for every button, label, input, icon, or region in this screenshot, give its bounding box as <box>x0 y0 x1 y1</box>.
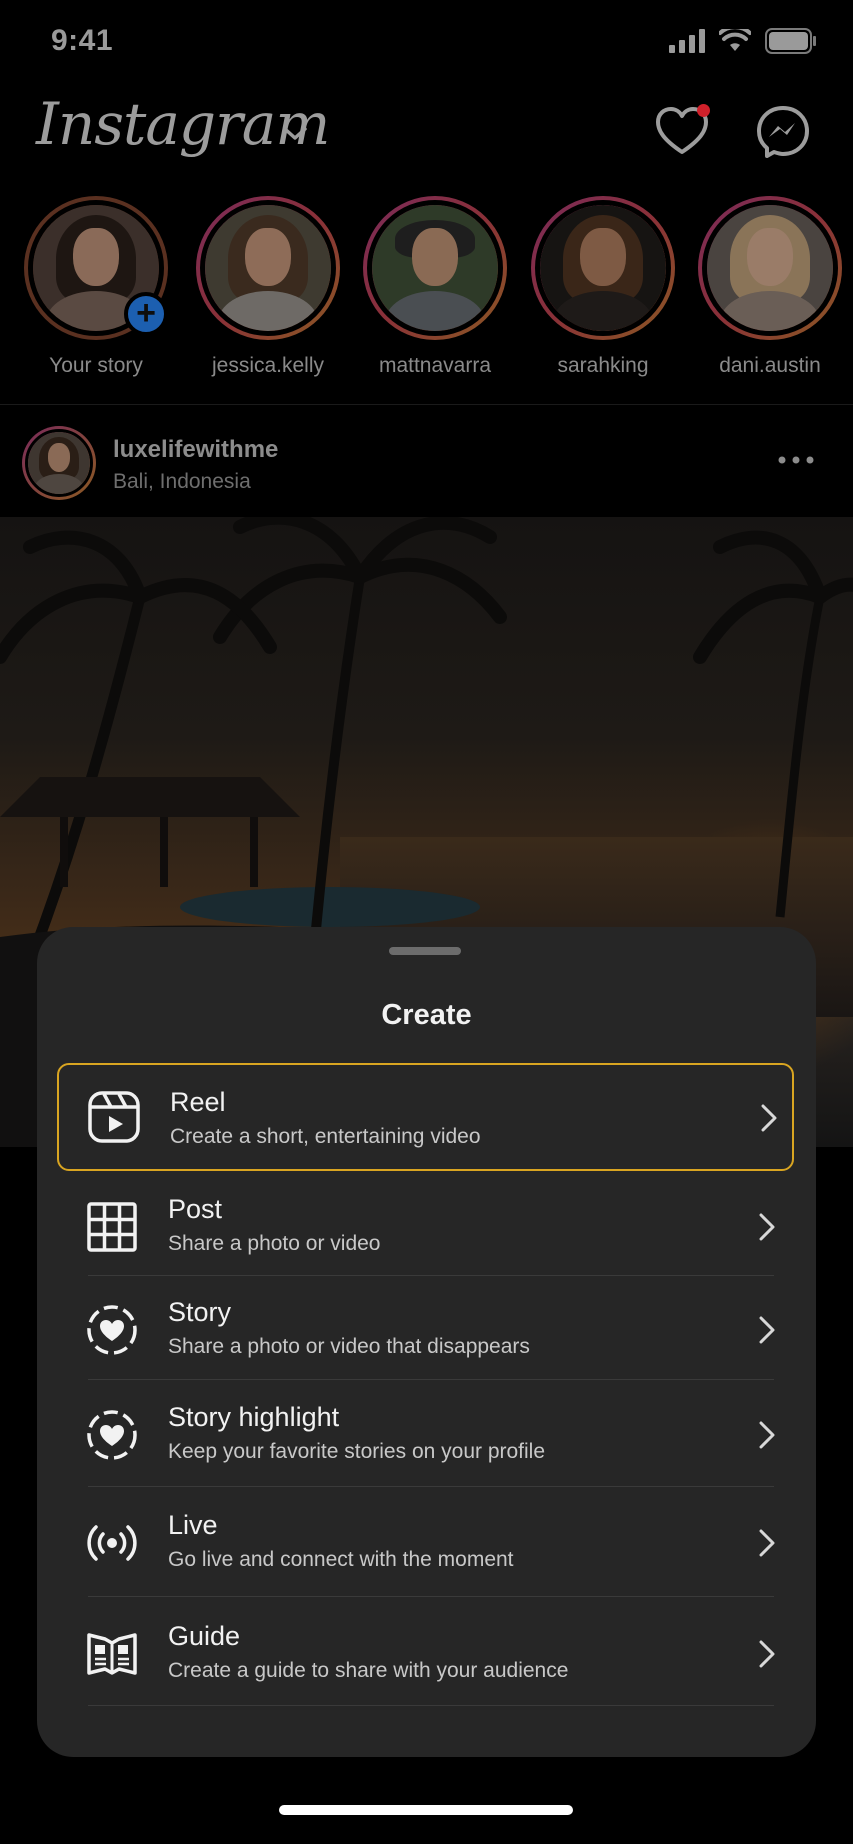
option-title: Post <box>168 1194 223 1224</box>
separator <box>88 1705 774 1706</box>
option-title: Story highlight <box>168 1402 340 1432</box>
grid-icon <box>87 1202 137 1252</box>
option-subtitle: Create a guide to share with your audien… <box>168 1659 569 1682</box>
option-title: Guide <box>168 1621 241 1651</box>
avatar <box>28 432 90 494</box>
story-ring <box>531 196 675 340</box>
option-title: Live <box>168 1510 218 1540</box>
post-username[interactable]: luxelifewithme <box>113 436 278 464</box>
story-your-story[interactable]: + Your story <box>21 196 171 378</box>
separator <box>88 1486 774 1487</box>
story-icon <box>87 1305 137 1355</box>
story-label: sarahking <box>557 354 649 377</box>
option-subtitle: Share a photo or video that disappears <box>168 1335 530 1358</box>
reel-icon <box>88 1091 140 1143</box>
battery-icon <box>765 28 816 54</box>
option-subtitle: Create a short, entertaining video <box>170 1125 481 1148</box>
chevron-down-icon[interactable] <box>282 126 308 142</box>
create-option-story-highlight[interactable]: Story highlight Keep your favorite stori… <box>57 1385 794 1485</box>
chevron-right-icon <box>759 1421 775 1449</box>
chevron-right-icon <box>759 1316 775 1344</box>
signal-icon <box>669 29 705 53</box>
option-subtitle: Keep your favorite stories on your profi… <box>168 1440 546 1463</box>
status-time: 9:41 <box>51 24 114 57</box>
instagram-logo[interactable]: Instagram <box>36 90 330 158</box>
post-header: luxelifewithme Bali, Indonesia <box>0 420 853 520</box>
story-ring <box>363 196 507 340</box>
notification-dot <box>697 104 710 117</box>
chevron-right-icon <box>759 1640 775 1668</box>
post-avatar[interactable] <box>22 426 96 500</box>
story-label: mattnavarra <box>378 354 492 377</box>
status-icons <box>669 28 817 54</box>
create-option-guide[interactable]: Guide Create a guide to share with your … <box>57 1604 794 1704</box>
more-options-icon[interactable] <box>776 450 816 470</box>
create-option-story[interactable]: Story Share a photo or video that disapp… <box>57 1280 794 1380</box>
story-ring: + <box>24 196 168 340</box>
story-ring <box>698 196 842 340</box>
story-dani-austin[interactable]: dani.austin <box>695 196 845 378</box>
option-subtitle: Share a photo or video <box>168 1232 381 1255</box>
option-title: Story <box>168 1297 232 1327</box>
create-option-reel[interactable]: Reel Create a short, entertaining video <box>57 1063 794 1171</box>
guide-icon <box>87 1633 137 1675</box>
stories-row: + Your story jessica.kelly mattnavarra s… <box>0 196 853 396</box>
sheet-grabber[interactable] <box>389 947 461 955</box>
separator <box>88 1275 774 1276</box>
app-header: Instagram <box>0 84 853 194</box>
separator <box>88 1379 774 1380</box>
story-label: jessica.kelly <box>211 354 325 377</box>
chevron-right-icon <box>759 1213 775 1241</box>
sheet-title: Create <box>381 999 472 1031</box>
story-mattnavarra[interactable]: mattnavarra <box>360 196 510 378</box>
story-label: dani.austin <box>719 354 821 377</box>
wifi-icon <box>719 29 751 51</box>
create-sheet: Create Reel Create a short, entertaining… <box>37 927 816 1757</box>
avatar <box>707 205 833 331</box>
story-label: Your story <box>49 354 143 377</box>
option-subtitle: Go live and connect with the moment <box>168 1548 514 1571</box>
create-option-live[interactable]: Live Go live and connect with the moment <box>57 1493 794 1593</box>
story-sarahking[interactable]: sarahking <box>528 196 678 378</box>
messenger-icon[interactable] <box>755 104 811 160</box>
story-ring <box>196 196 340 340</box>
avatar <box>540 205 666 331</box>
option-title: Reel <box>170 1087 226 1117</box>
post-location[interactable]: Bali, Indonesia <box>113 470 251 494</box>
divider <box>0 404 853 405</box>
avatar <box>205 205 331 331</box>
add-story-icon[interactable]: + <box>124 292 168 336</box>
live-icon <box>87 1525 137 1561</box>
story-jessica-kelly[interactable]: jessica.kelly <box>193 196 343 378</box>
chevron-right-icon <box>761 1104 777 1132</box>
status-bar: 9:41 <box>0 0 853 84</box>
story-highlight-icon <box>87 1410 137 1460</box>
chevron-right-icon <box>759 1529 775 1557</box>
home-indicator[interactable] <box>279 1805 573 1815</box>
avatar <box>372 205 498 331</box>
separator <box>88 1596 774 1597</box>
create-option-post[interactable]: Post Share a photo or video <box>57 1177 794 1277</box>
